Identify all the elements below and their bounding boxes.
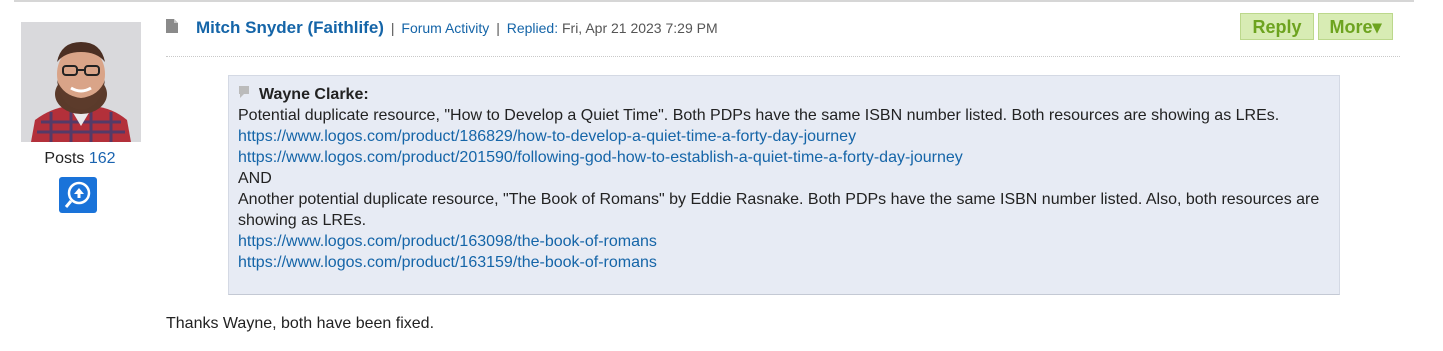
quote-link[interactable]: https://www.logos.com/product/163159/the…: [238, 252, 1329, 273]
more-button[interactable]: More▾: [1318, 13, 1393, 40]
separator: |: [496, 20, 500, 36]
replied-label[interactable]: Replied:: [507, 20, 558, 36]
quote-text: AND: [238, 170, 272, 187]
quote-text: Potential duplicate resource, "How to De…: [238, 107, 1280, 124]
author-column: Posts 162: [0, 22, 160, 222]
avatar[interactable]: [21, 22, 141, 142]
author-name-link[interactable]: Mitch Snyder (Faithlife): [196, 18, 384, 37]
quote-link[interactable]: https://www.logos.com/product/186829/how…: [238, 126, 1329, 147]
quote-block: Wayne Clarke: Potential duplicate resour…: [228, 75, 1340, 295]
document-icon: [166, 19, 178, 33]
upgrade-badge-icon[interactable]: [59, 177, 97, 213]
reply-body-text: Thanks Wayne, both have been fixed.: [166, 315, 435, 332]
reply-button[interactable]: Reply: [1240, 13, 1314, 40]
quote-text: Another potential duplicate resource, "T…: [238, 191, 1320, 229]
quote-link[interactable]: https://www.logos.com/product/201590/fol…: [238, 147, 1329, 168]
posts-count: Posts 162: [0, 150, 160, 168]
post-header: Mitch Snyder (Faithlife) | Forum Activit…: [196, 18, 718, 38]
posts-label: Posts: [44, 150, 85, 167]
header-divider: [166, 56, 1400, 57]
post-date: Fri, Apr 21 2023 7:29 PM: [561, 20, 718, 36]
quote-author: Wayne Clarke:: [238, 84, 1329, 105]
quote-link[interactable]: https://www.logos.com/product/163098/the…: [238, 231, 1329, 252]
posts-number[interactable]: 162: [89, 150, 116, 167]
quote-author-name: Wayne Clarke:: [259, 86, 369, 103]
quote-icon: [238, 85, 250, 99]
separator: |: [390, 20, 395, 36]
forum-activity-link[interactable]: Forum Activity: [401, 20, 489, 36]
top-divider: [14, 0, 1414, 2]
